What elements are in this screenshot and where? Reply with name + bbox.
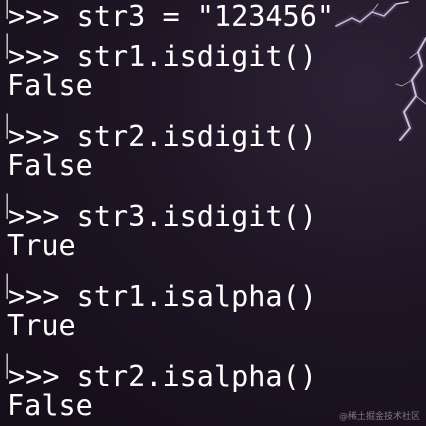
- prompt-bracket: [: [0, 346, 8, 386]
- terminal-window[interactable]: [>>> str3 = "123456" [>>> str1.isdigit()…: [0, 0, 426, 426]
- command-text: str2.isdigit(): [76, 120, 317, 153]
- command-line: [>>> str1.isalpha(): [0, 266, 426, 313]
- prompt-bracket: [: [0, 186, 8, 226]
- prompt-bracket: [: [0, 266, 8, 306]
- command-line: [>>> str2.isdigit(): [0, 106, 426, 153]
- command-text: str3.isdigit(): [76, 200, 317, 233]
- command-text: str1.isalpha(): [76, 280, 317, 313]
- prompt-bracket: [: [0, 106, 8, 146]
- command-line: [>>> str2.isalpha(): [0, 346, 426, 393]
- command-text: str2.isalpha(): [76, 360, 317, 393]
- prompt-bracket: [: [0, 0, 8, 26]
- terminal-output: [>>> str3 = "123456" [>>> str1.isdigit()…: [0, 0, 426, 426]
- command-line: [>>> str1.isdigit(): [0, 26, 426, 73]
- command-line: [>>> str3 = "123456": [0, 0, 426, 33]
- command-text: str1.isdigit(): [76, 40, 317, 73]
- prompt-bracket: [: [0, 26, 8, 66]
- watermark: @稀土掘金技术社区: [338, 412, 420, 422]
- command-line: [>>> str3.isdigit(): [0, 186, 426, 233]
